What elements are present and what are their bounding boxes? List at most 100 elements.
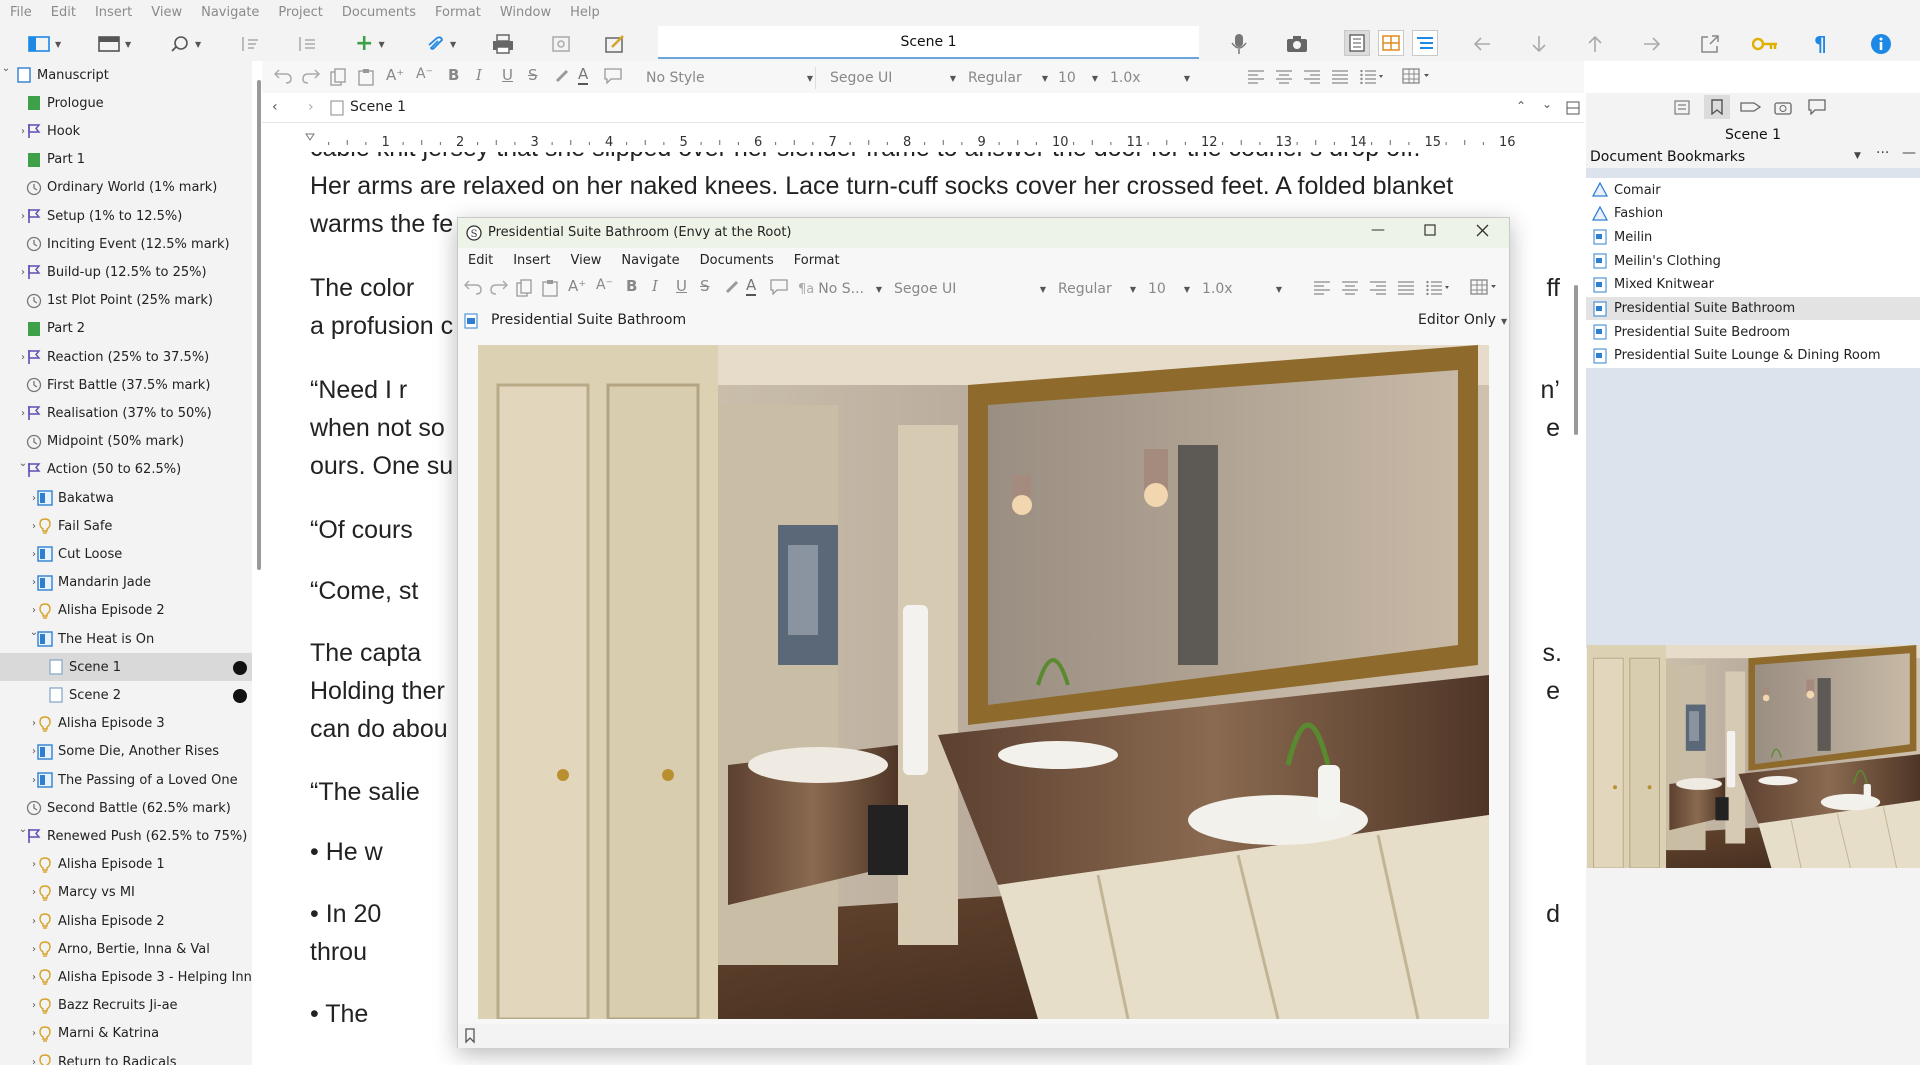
quick-edit-button[interactable] [604,33,626,55]
binder-item[interactable]: › Alisha Episode 2 [0,907,252,935]
binder-item[interactable]: 1st Plot Point (25% mark) [0,287,252,315]
view-mode-button[interactable]: ▼ [28,33,61,55]
binder-item[interactable]: Scene 1 [0,653,252,682]
inspector-button[interactable] [1870,33,1892,55]
redo-icon[interactable] [302,68,320,84]
qr-bold-icon[interactable]: B [626,277,637,295]
snapshots-tab-icon[interactable] [1774,99,1792,115]
font-smaller-icon[interactable]: A⁻ [416,66,433,82]
layout-button[interactable]: ▼ [98,33,131,55]
highlighter-icon[interactable] [554,68,570,84]
binder-item[interactable]: › Alisha Episode 3 [0,710,252,738]
qr-weight-select[interactable]: Regular ▼ [1052,278,1138,300]
qr-copy-icon[interactable] [516,279,532,297]
outdent-button[interactable] [295,33,317,55]
binder-item[interactable]: Ordinary World (1% mark) [0,174,252,202]
qr-align-center-icon[interactable] [1342,281,1358,295]
binder-item[interactable]: › Return to Radicals [0,1048,252,1065]
binder-item[interactable]: First Battle (37.5% mark) [0,371,252,399]
corkboard-view-button[interactable] [1378,30,1404,56]
align-center-icon[interactable] [1276,70,1292,84]
metadata-tab-icon[interactable] [1740,99,1762,115]
collapse-icon[interactable]: — [1902,145,1916,161]
binder-item[interactable]: › Alisha Episode 2 [0,597,252,625]
binder-item[interactable]: Prologue [0,89,252,117]
binder-item[interactable]: › Alisha Episode 3 - Helping Inna [0,963,252,991]
binder-item[interactable]: › The Passing of a Loved One [0,766,252,794]
outliner-view-button[interactable] [1412,30,1438,56]
binder-item[interactable]: › Realisation (37% to 50%) [0,399,252,427]
qr-table-icon[interactable] [1470,279,1500,295]
menu-help[interactable]: Help [570,5,600,20]
qr-underline-icon[interactable]: U [676,277,687,295]
close-icon[interactable] [1476,224,1489,237]
font-weight-select[interactable]: Regular ▼ [962,67,1050,89]
binder-item[interactable]: Part 2 [0,315,252,343]
bookmark-item[interactable]: Mixed Knitwear [1586,272,1920,297]
editor-scrollbar[interactable] [1574,285,1578,435]
binder-item[interactable]: › Fail Safe [0,512,252,540]
binder-item[interactable]: ⌄ Manuscript [0,61,252,89]
qr-undo-icon[interactable] [464,279,482,295]
share-button[interactable] [1700,33,1720,55]
qr-highlighter-icon[interactable] [724,279,740,295]
binder-scrollbar[interactable] [257,80,261,570]
attach-button[interactable]: ▼ [425,33,456,55]
minimize-icon[interactable]: — [1371,222,1385,238]
menu-format[interactable]: Format [435,5,481,20]
bookmarks-dropdown-icon[interactable]: ▼ [1854,151,1861,161]
text-color-icon[interactable]: A [578,66,589,85]
qr-menu-format[interactable]: Format [794,253,840,268]
search-button[interactable]: ▼ [170,33,201,55]
print-button[interactable] [492,33,514,55]
paragraph-style-select[interactable]: No Style ▼ [640,67,816,89]
compile-button[interactable] [550,33,572,55]
menu-insert[interactable]: Insert [95,5,132,20]
align-right-icon[interactable] [1304,70,1320,84]
comment-icon[interactable] [604,68,622,84]
binder-item[interactable]: ⌄ Renewed Push (62.5% to 75%) [0,822,252,850]
dictation-button[interactable] [1230,33,1248,55]
qr-spacing-select[interactable]: 1.0x ▼ [1196,278,1284,300]
qr-mode-select[interactable]: Editor Only ▼ [1418,312,1507,328]
binder-item[interactable]: Scene 2 [0,681,252,709]
menu-navigate[interactable]: Navigate [201,5,259,20]
binder-item[interactable]: ⌄ The Heat is On [0,625,252,653]
add-button[interactable]: + ▼ [355,33,385,55]
binder-item[interactable]: › Marni & Katrina [0,1020,252,1048]
invisibles-button[interactable]: ¶ [1814,32,1827,56]
qr-paste-icon[interactable] [542,279,558,297]
qr-font-select[interactable]: Segoe UI ▼ [888,278,1048,300]
menu-edit[interactable]: Edit [51,5,76,20]
binder-item[interactable]: › Mandarin Jade [0,569,252,597]
binder-item[interactable]: › Bakatwa [0,484,252,512]
bookmark-item[interactable]: Meilin's Clothing [1586,249,1920,274]
binder-item[interactable]: › Arno, Bertie, Inna & Val [0,935,252,963]
notes-tab-icon[interactable] [1674,99,1690,115]
prev-doc-icon[interactable]: ⌃ [1516,99,1526,113]
menu-view[interactable]: View [151,5,182,20]
menu-window[interactable]: Window [500,5,551,20]
align-left-icon[interactable] [1248,70,1264,84]
split-icon[interactable] [1566,101,1580,115]
move-down-button[interactable] [1530,33,1548,55]
binder-item[interactable]: › Setup (1% to 12.5%) [0,202,252,230]
chevron-down-icon[interactable]: ⌄ [1,63,11,74]
qr-titlebar[interactable]: S Presidential Suite Bathroom (Envy at t… [458,218,1509,248]
qr-font-smaller-icon[interactable]: A⁻ [596,277,613,293]
list-icon[interactable] [1360,70,1386,84]
menu-documents[interactable]: Documents [342,5,416,20]
bold-icon[interactable]: B [448,66,459,84]
qr-comment-icon[interactable] [770,279,788,295]
bookmark-item[interactable]: Meilin [1586,225,1920,250]
qr-strikethrough-icon[interactable]: S [700,277,710,295]
bookmark-item[interactable]: Fashion [1586,201,1920,226]
qr-text-color-icon[interactable]: A [746,277,757,296]
justify-icon[interactable] [1332,70,1348,84]
binder-item[interactable]: › Marcy vs MI [0,879,252,907]
binder-item[interactable]: › Some Die, Another Rises [0,738,252,766]
copy-icon[interactable] [330,68,346,86]
qr-bookmark-icon[interactable] [464,1028,476,1044]
binder-item[interactable]: › Alisha Episode 1 [0,851,252,879]
binder-item[interactable]: › Build-up (12.5% to 25%) [0,258,252,286]
